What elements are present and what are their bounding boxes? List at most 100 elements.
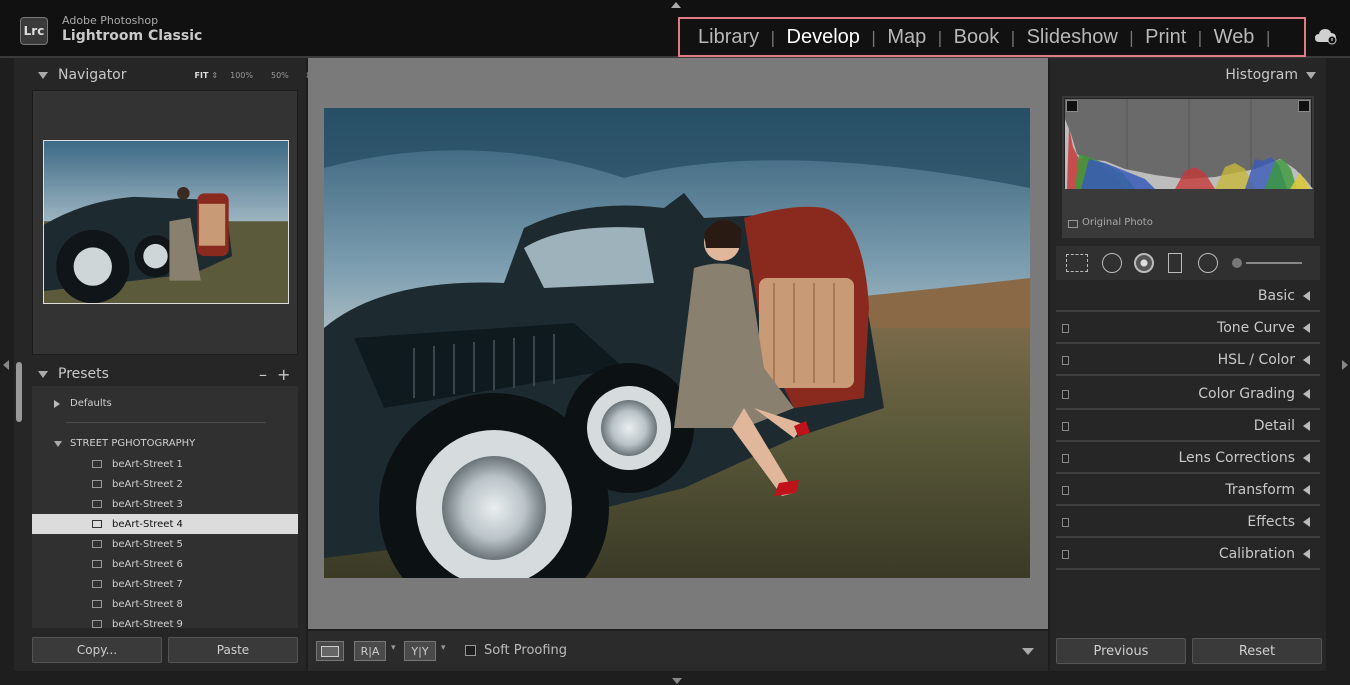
main-photo[interactable]: [324, 108, 1030, 578]
lightroom-window: Lrc Adobe Photoshop Lightroom Classic Li…: [0, 0, 1350, 685]
section-tone-curve[interactable]: Tone Curve: [1056, 314, 1320, 344]
add-preset-button[interactable]: +: [277, 365, 290, 384]
expand-triangle-icon: [1303, 549, 1310, 559]
loupe-view-button[interactable]: [316, 641, 344, 661]
brush-size-icon: [1232, 258, 1242, 268]
remove-preset-button[interactable]: –: [259, 365, 267, 384]
section-color-grading[interactable]: Color Grading: [1056, 380, 1320, 410]
swap-before-after-button[interactable]: Y|Y: [404, 641, 436, 661]
original-photo-checkbox[interactable]: [1068, 220, 1078, 228]
chevron-down-icon: [1022, 647, 1034, 655]
presets-header[interactable]: Presets – +: [38, 359, 298, 389]
before-after-button[interactable]: R|A: [354, 641, 386, 661]
preset-item[interactable]: beArt-Street 2: [32, 474, 298, 494]
section-hsl-color[interactable]: HSL / Color: [1056, 346, 1320, 376]
graduated-filter-icon[interactable]: [1168, 253, 1182, 273]
module-book[interactable]: Book: [954, 26, 1000, 49]
expand-triangle-icon: [1303, 453, 1310, 463]
left-panel: Navigator FIT ⇕ 100% 50% ⇕: [14, 58, 311, 671]
spot-removal-icon[interactable]: [1102, 253, 1122, 273]
crop-tool-icon[interactable]: [1066, 254, 1088, 272]
toolbar-menu-button[interactable]: [1014, 637, 1042, 665]
brush-slider[interactable]: [1246, 262, 1302, 264]
preset-item[interactable]: beArt-Street 9: [32, 614, 298, 628]
preset-item-selected[interactable]: beArt-Street 4: [32, 514, 298, 534]
expand-triangle-icon: [1303, 355, 1310, 365]
module-web[interactable]: Web: [1214, 26, 1255, 49]
collapse-triangle-icon: [1306, 71, 1316, 79]
expand-triangle-icon: [1303, 291, 1310, 301]
brand-line1: Adobe Photoshop: [62, 14, 159, 27]
section-transform[interactable]: Transform: [1056, 476, 1320, 506]
lrc-logo: Lrc: [20, 17, 48, 45]
soft-proofing-checkbox[interactable]: [465, 645, 476, 656]
right-panel: Histogram Original Photo Basic Tone Curv…: [1050, 58, 1326, 671]
section-toggle-switch[interactable]: [1062, 390, 1069, 399]
preset-item[interactable]: beArt-Street 7: [32, 574, 298, 594]
preset-item[interactable]: beArt-Street 8: [32, 594, 298, 614]
preset-item[interactable]: beArt-Street 1: [32, 454, 298, 474]
red-eye-icon[interactable]: [1134, 253, 1154, 273]
navigator-thumbnail[interactable]: [43, 140, 289, 304]
zoom-100[interactable]: 100%: [230, 71, 253, 80]
cloud-sync-icon[interactable]: [1314, 27, 1338, 45]
brand-line2: Lightroom Classic: [62, 28, 203, 44]
collapse-triangle-icon: [38, 370, 48, 378]
shadow-clipping-icon[interactable]: [1066, 100, 1078, 112]
presets-title: Presets: [58, 366, 109, 382]
tool-strip: [1056, 246, 1320, 280]
section-effects[interactable]: Effects: [1056, 508, 1320, 538]
paste-button[interactable]: Paste: [168, 637, 298, 663]
preset-icon: [92, 520, 102, 528]
preset-item[interactable]: beArt-Street 3: [32, 494, 298, 514]
radial-filter-icon[interactable]: [1198, 253, 1218, 273]
center-toolbar: R|A ▾ Y|Y ▾ Soft Proofing: [308, 631, 1048, 671]
swap-dropdown-icon[interactable]: ▾: [441, 643, 446, 653]
histogram-graph: [1064, 98, 1313, 189]
reset-button[interactable]: Reset: [1192, 638, 1322, 664]
image-canvas: [308, 58, 1048, 629]
highlight-clipping-icon[interactable]: [1298, 100, 1310, 112]
section-toggle-switch[interactable]: [1062, 324, 1069, 333]
section-toggle-switch[interactable]: [1062, 518, 1069, 527]
navigator-header[interactable]: Navigator FIT ⇕ 100% 50% ⇕: [38, 60, 311, 90]
module-develop[interactable]: Develop: [787, 26, 860, 49]
section-toggle-switch[interactable]: [1062, 550, 1069, 559]
copy-button[interactable]: Copy...: [32, 637, 162, 663]
expand-triangle-icon: [1303, 485, 1310, 495]
section-detail[interactable]: Detail: [1056, 412, 1320, 442]
section-basic[interactable]: Basic: [1056, 282, 1320, 312]
collapse-right-arrow-icon[interactable]: [1342, 360, 1348, 370]
left-panel-scrollbar[interactable]: [16, 362, 22, 422]
preset-folder-defaults[interactable]: Defaults: [54, 398, 112, 409]
section-toggle-switch[interactable]: [1062, 356, 1069, 365]
soft-proofing-label: Soft Proofing: [484, 643, 568, 658]
collapse-left-arrow-icon[interactable]: [3, 360, 9, 370]
previous-button[interactable]: Previous: [1056, 638, 1186, 664]
section-lens-corrections[interactable]: Lens Corrections: [1056, 444, 1320, 474]
expand-triangle-icon: [1303, 323, 1310, 333]
collapse-triangle-icon: [54, 440, 62, 447]
section-toggle-switch[interactable]: [1062, 454, 1069, 463]
section-toggle-switch[interactable]: [1062, 486, 1069, 495]
expand-triangle-icon: [1303, 389, 1310, 399]
collapse-top-arrow-icon[interactable]: [671, 2, 681, 8]
expand-triangle-icon: [1303, 421, 1310, 431]
preset-folder-street[interactable]: STREET PGHOTOGRAPHY: [54, 438, 195, 449]
module-print[interactable]: Print: [1145, 26, 1186, 49]
collapse-bottom-arrow-icon[interactable]: [672, 678, 682, 684]
module-map[interactable]: Map: [887, 26, 926, 49]
zoom-fit[interactable]: FIT: [195, 71, 209, 80]
histogram-header[interactable]: Histogram: [1056, 60, 1320, 90]
module-slideshow[interactable]: Slideshow: [1027, 26, 1118, 49]
preset-item[interactable]: beArt-Street 6: [32, 554, 298, 574]
preset-icon: [92, 620, 102, 628]
before-after-dropdown-icon[interactable]: ▾: [391, 643, 396, 653]
zoom-50[interactable]: 50%: [271, 71, 289, 80]
navigator-title: Navigator: [58, 67, 127, 83]
preset-item[interactable]: beArt-Street 5: [32, 534, 298, 554]
module-library[interactable]: Library: [698, 26, 759, 49]
section-calibration[interactable]: Calibration: [1056, 540, 1320, 570]
presets-list: Defaults STREET PGHOTOGRAPHY beArt-Stree…: [32, 386, 298, 628]
section-toggle-switch[interactable]: [1062, 422, 1069, 431]
